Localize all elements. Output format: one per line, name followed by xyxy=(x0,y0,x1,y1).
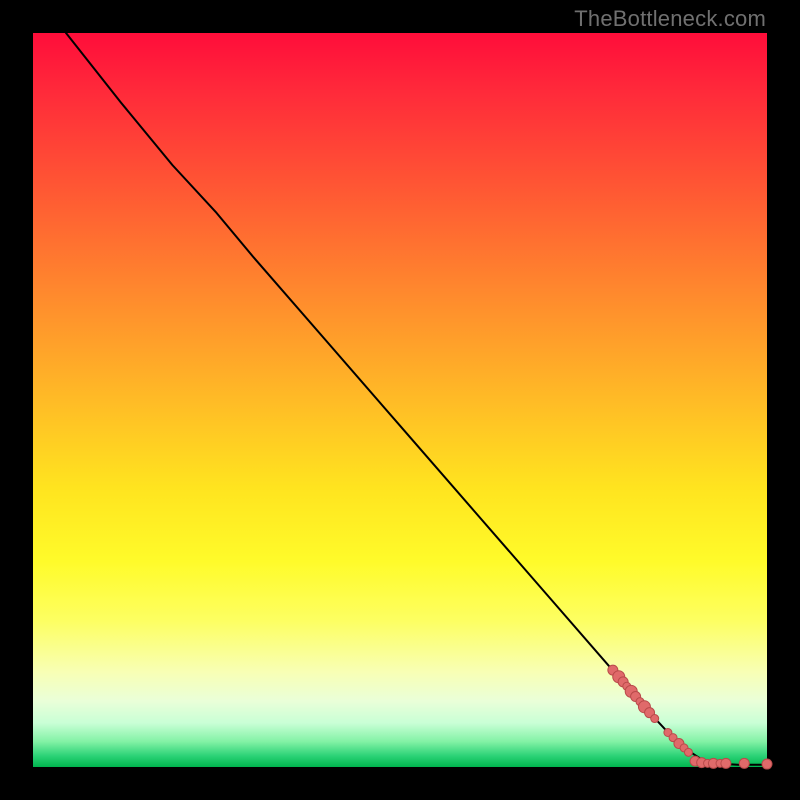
scatter-point xyxy=(739,758,749,768)
scatter-point xyxy=(651,715,659,723)
chart-frame: TheBottleneck.com xyxy=(0,0,800,800)
scatter-point xyxy=(684,748,692,756)
chart-overlay xyxy=(33,33,767,767)
scatter-point xyxy=(762,759,772,769)
scatter-point xyxy=(721,758,731,768)
scatter-points-group xyxy=(608,665,772,769)
watermark-label: TheBottleneck.com xyxy=(574,6,766,32)
bottleneck-curve xyxy=(66,33,767,765)
